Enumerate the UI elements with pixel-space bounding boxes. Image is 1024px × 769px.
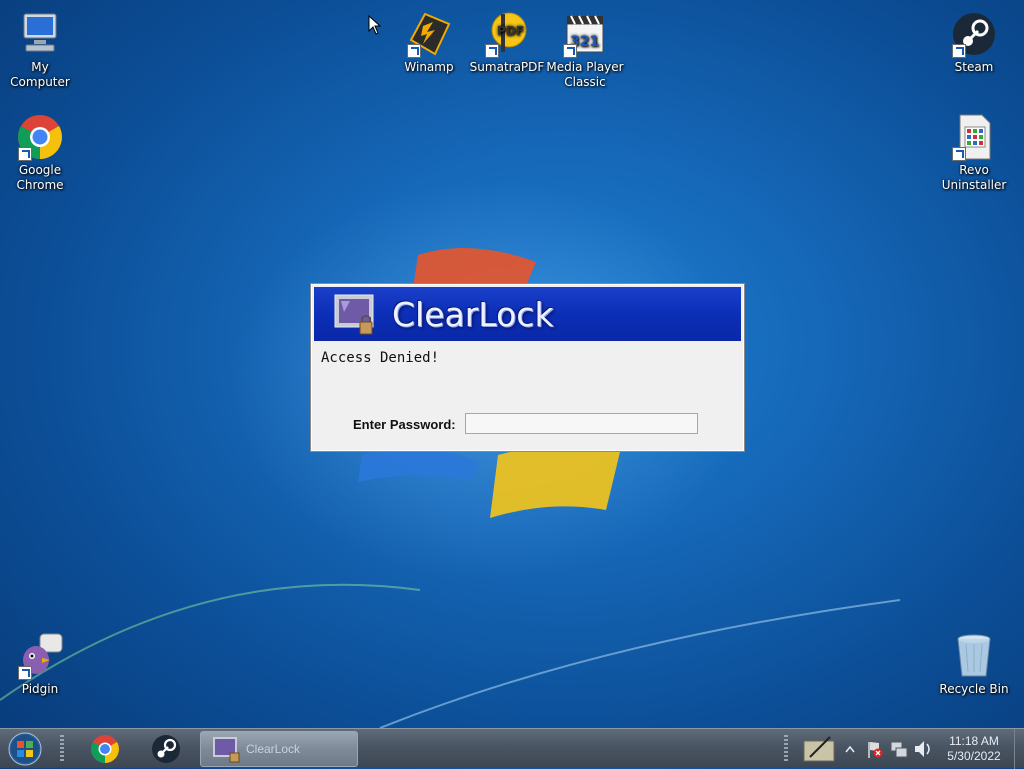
shortcut-arrow-icon bbox=[485, 44, 499, 58]
clapperboard-icon: 321 bbox=[561, 10, 609, 58]
shortcut-arrow-icon bbox=[563, 44, 577, 58]
chrome-icon bbox=[16, 113, 64, 161]
desktop-icon-label: SumatraPDF bbox=[469, 60, 545, 74]
desktop-icon-label: Pidgin bbox=[21, 682, 59, 696]
taskbar-grip[interactable] bbox=[60, 735, 64, 761]
uninstaller-icon bbox=[950, 113, 998, 161]
action-center-flag-icon[interactable] bbox=[864, 729, 884, 769]
desktop-icon-label: Google Chrome bbox=[16, 163, 64, 192]
desktop-icon-label: Revo Uninstaller bbox=[941, 163, 1007, 192]
clock-date: 5/30/2022 bbox=[947, 749, 1001, 763]
show-desktop-button[interactable] bbox=[1014, 729, 1024, 769]
desktop-icon-recycle-bin[interactable]: Recycle Bin bbox=[934, 632, 1014, 697]
desktop-icon-pidgin[interactable]: Pidgin bbox=[0, 632, 80, 697]
recycle-bin-icon bbox=[950, 632, 998, 680]
desktop-icon-winamp[interactable]: Winamp bbox=[389, 10, 469, 75]
network-icon[interactable] bbox=[888, 729, 910, 769]
desktop-icon-steam[interactable]: Steam bbox=[934, 10, 1014, 75]
shortcut-arrow-icon bbox=[952, 44, 966, 58]
pen-input-icon[interactable] bbox=[800, 729, 840, 769]
taskbar-task-label: ClearLock bbox=[246, 742, 301, 756]
desktop-icon-label: Steam bbox=[954, 60, 994, 74]
pdf-icon: PDF bbox=[483, 10, 531, 58]
taskbar-task-clearlock[interactable]: ClearLock bbox=[200, 731, 358, 767]
clearlock-monitor-icon bbox=[213, 737, 240, 763]
show-hidden-icons-chevron-icon[interactable] bbox=[842, 729, 858, 769]
desktop-icon-label: Media Player Classic bbox=[546, 60, 624, 89]
pidgin-icon bbox=[16, 632, 64, 680]
desktop-icon-label: Recycle Bin bbox=[939, 682, 1009, 696]
dialog-title: ClearLock bbox=[392, 295, 554, 334]
desktop-icon-revo-uninstaller[interactable]: Revo Uninstaller bbox=[934, 113, 1014, 193]
clock-time: 11:18 AM bbox=[949, 734, 999, 748]
computer-icon bbox=[16, 10, 64, 58]
winamp-icon bbox=[405, 10, 453, 58]
desktop-icon-label: Winamp bbox=[404, 60, 454, 74]
dialog-header: ClearLock bbox=[314, 287, 741, 341]
desktop-icon-media-player-classic[interactable]: 321 Media Player Classic bbox=[545, 10, 625, 90]
clearlock-monitor-icon bbox=[334, 294, 374, 335]
status-message: Access Denied! bbox=[321, 350, 440, 366]
steam-icon bbox=[950, 10, 998, 58]
tray-grip[interactable] bbox=[784, 735, 788, 761]
shortcut-arrow-icon bbox=[407, 44, 421, 58]
steam-icon[interactable] bbox=[148, 733, 184, 765]
mouse-cursor-icon bbox=[368, 15, 382, 35]
shortcut-arrow-icon bbox=[952, 147, 966, 161]
clock[interactable]: 11:18 AM 5/30/2022 bbox=[936, 734, 1012, 764]
start-button[interactable] bbox=[6, 732, 44, 766]
svg-text:PDF: PDF bbox=[497, 24, 524, 38]
password-label: Enter Password: bbox=[353, 417, 456, 432]
shortcut-arrow-icon bbox=[18, 666, 32, 680]
desktop-icon-sumatrapdf[interactable]: PDF SumatraPDF bbox=[467, 10, 547, 75]
shortcut-arrow-icon bbox=[18, 147, 32, 161]
desktop-icon-label: My Computer bbox=[10, 60, 70, 89]
clearlock-dialog: ClearLock Access Denied! Enter Password: bbox=[310, 283, 745, 452]
desktop-icon-google-chrome[interactable]: Google Chrome bbox=[0, 113, 80, 193]
volume-icon[interactable] bbox=[912, 729, 934, 769]
password-input[interactable] bbox=[465, 413, 698, 434]
google-chrome-icon[interactable] bbox=[87, 733, 123, 765]
taskbar: ClearLock 11:18 AM 5/30/2022 bbox=[0, 728, 1024, 769]
desktop-icon-my-computer[interactable]: My Computer bbox=[0, 10, 80, 90]
